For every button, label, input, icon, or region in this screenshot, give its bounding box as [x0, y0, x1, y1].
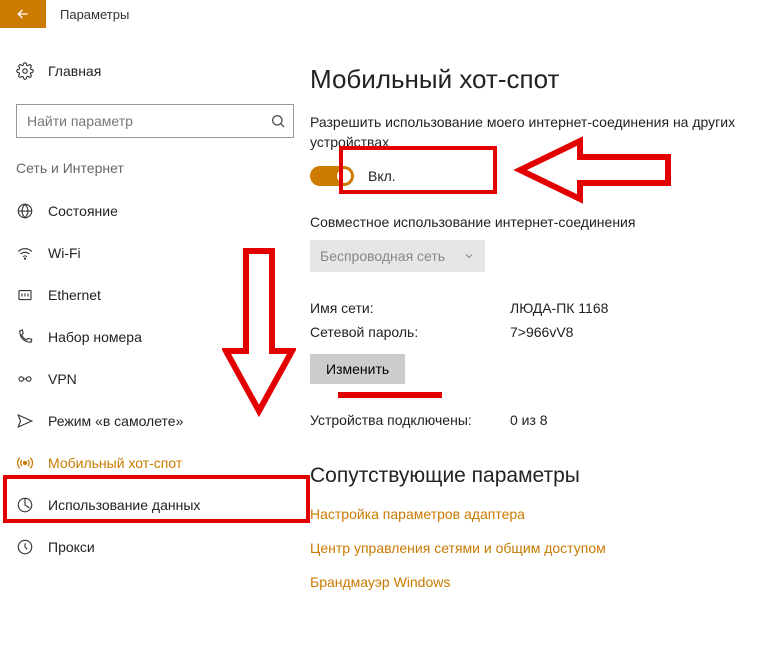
sidebar-section-header: Сеть и Интернет	[10, 156, 300, 190]
edit-button[interactable]: Изменить	[310, 354, 405, 384]
link-windows-firewall[interactable]: Брандмауэр Windows	[310, 574, 745, 590]
share-description: Разрешить использование моего интернет-с…	[310, 113, 745, 152]
related-settings-heading: Сопутствующие параметры	[310, 464, 745, 488]
share-from-label: Совместное использование интернет-соедин…	[310, 214, 745, 230]
sidebar-item-hotspot[interactable]: Мобильный хот-спот	[10, 442, 300, 484]
sidebar-item-label: Прокси	[48, 539, 95, 555]
gear-icon	[16, 62, 34, 80]
content-pane: Мобильный хот-спот Разрешить использован…	[310, 28, 765, 663]
arrow-left-icon	[15, 6, 31, 22]
sidebar-item-label: Ethernet	[48, 287, 101, 303]
link-adapter-settings[interactable]: Настройка параметров адаптера	[310, 506, 745, 522]
wifi-icon	[16, 244, 34, 262]
sidebar-item-label: Мобильный хот-спот	[48, 455, 182, 471]
sidebar-item-label: Wi-Fi	[48, 245, 81, 261]
share-toggle[interactable]	[310, 166, 354, 186]
sidebar-home[interactable]: Главная	[10, 52, 300, 90]
phone-icon	[16, 328, 34, 346]
network-password-label: Сетевой пароль:	[310, 324, 510, 340]
network-name-value: ЛЮДА-ПК 1168	[510, 300, 608, 316]
sidebar-item-vpn[interactable]: VPN	[10, 358, 300, 400]
devices-label: Устройства подключены:	[310, 412, 510, 428]
sidebar-item-label: Состояние	[48, 203, 118, 219]
search-icon	[270, 113, 286, 129]
sidebar-item-label: VPN	[48, 371, 77, 387]
back-button[interactable]	[0, 0, 46, 28]
sidebar-item-datausage[interactable]: Использование данных	[10, 484, 300, 526]
sidebar-item-label: Режим «в самолете»	[48, 413, 183, 429]
globe-icon	[16, 202, 34, 220]
sidebar-item-ethernet[interactable]: Ethernet	[10, 274, 300, 316]
sidebar-item-label: Набор номера	[48, 329, 142, 345]
share-from-dropdown[interactable]: Беспроводная сеть	[310, 240, 485, 272]
sidebar-item-airplane[interactable]: Режим «в самолете»	[10, 400, 300, 442]
sidebar-item-dialup[interactable]: Набор номера	[10, 316, 300, 358]
sidebar: Главная Сеть и Интернет Состояние Wi-Fi …	[0, 28, 310, 663]
sidebar-item-status[interactable]: Состояние	[10, 190, 300, 232]
share-from-value: Беспроводная сеть	[320, 248, 445, 264]
share-toggle-label: Вкл.	[368, 168, 396, 184]
page-title: Мобильный хот-спот	[310, 64, 745, 95]
network-password-value: 7>966vV8	[510, 324, 573, 340]
link-network-center[interactable]: Центр управления сетями и общим доступом	[310, 540, 745, 556]
sidebar-item-proxy[interactable]: Прокси	[10, 526, 300, 568]
sidebar-home-label: Главная	[48, 63, 101, 79]
network-name-label: Имя сети:	[310, 300, 510, 316]
sidebar-item-label: Использование данных	[48, 497, 200, 513]
ethernet-icon	[16, 286, 34, 304]
airplane-icon	[16, 412, 34, 430]
proxy-icon	[16, 538, 34, 556]
hotspot-icon	[16, 454, 34, 472]
window-title: Параметры	[60, 7, 129, 22]
vpn-icon	[16, 370, 34, 388]
data-usage-icon	[16, 496, 34, 514]
chevron-down-icon	[463, 250, 475, 262]
search-input[interactable]	[16, 104, 294, 138]
sidebar-item-wifi[interactable]: Wi-Fi	[10, 232, 300, 274]
devices-value: 0 из 8	[510, 412, 548, 428]
